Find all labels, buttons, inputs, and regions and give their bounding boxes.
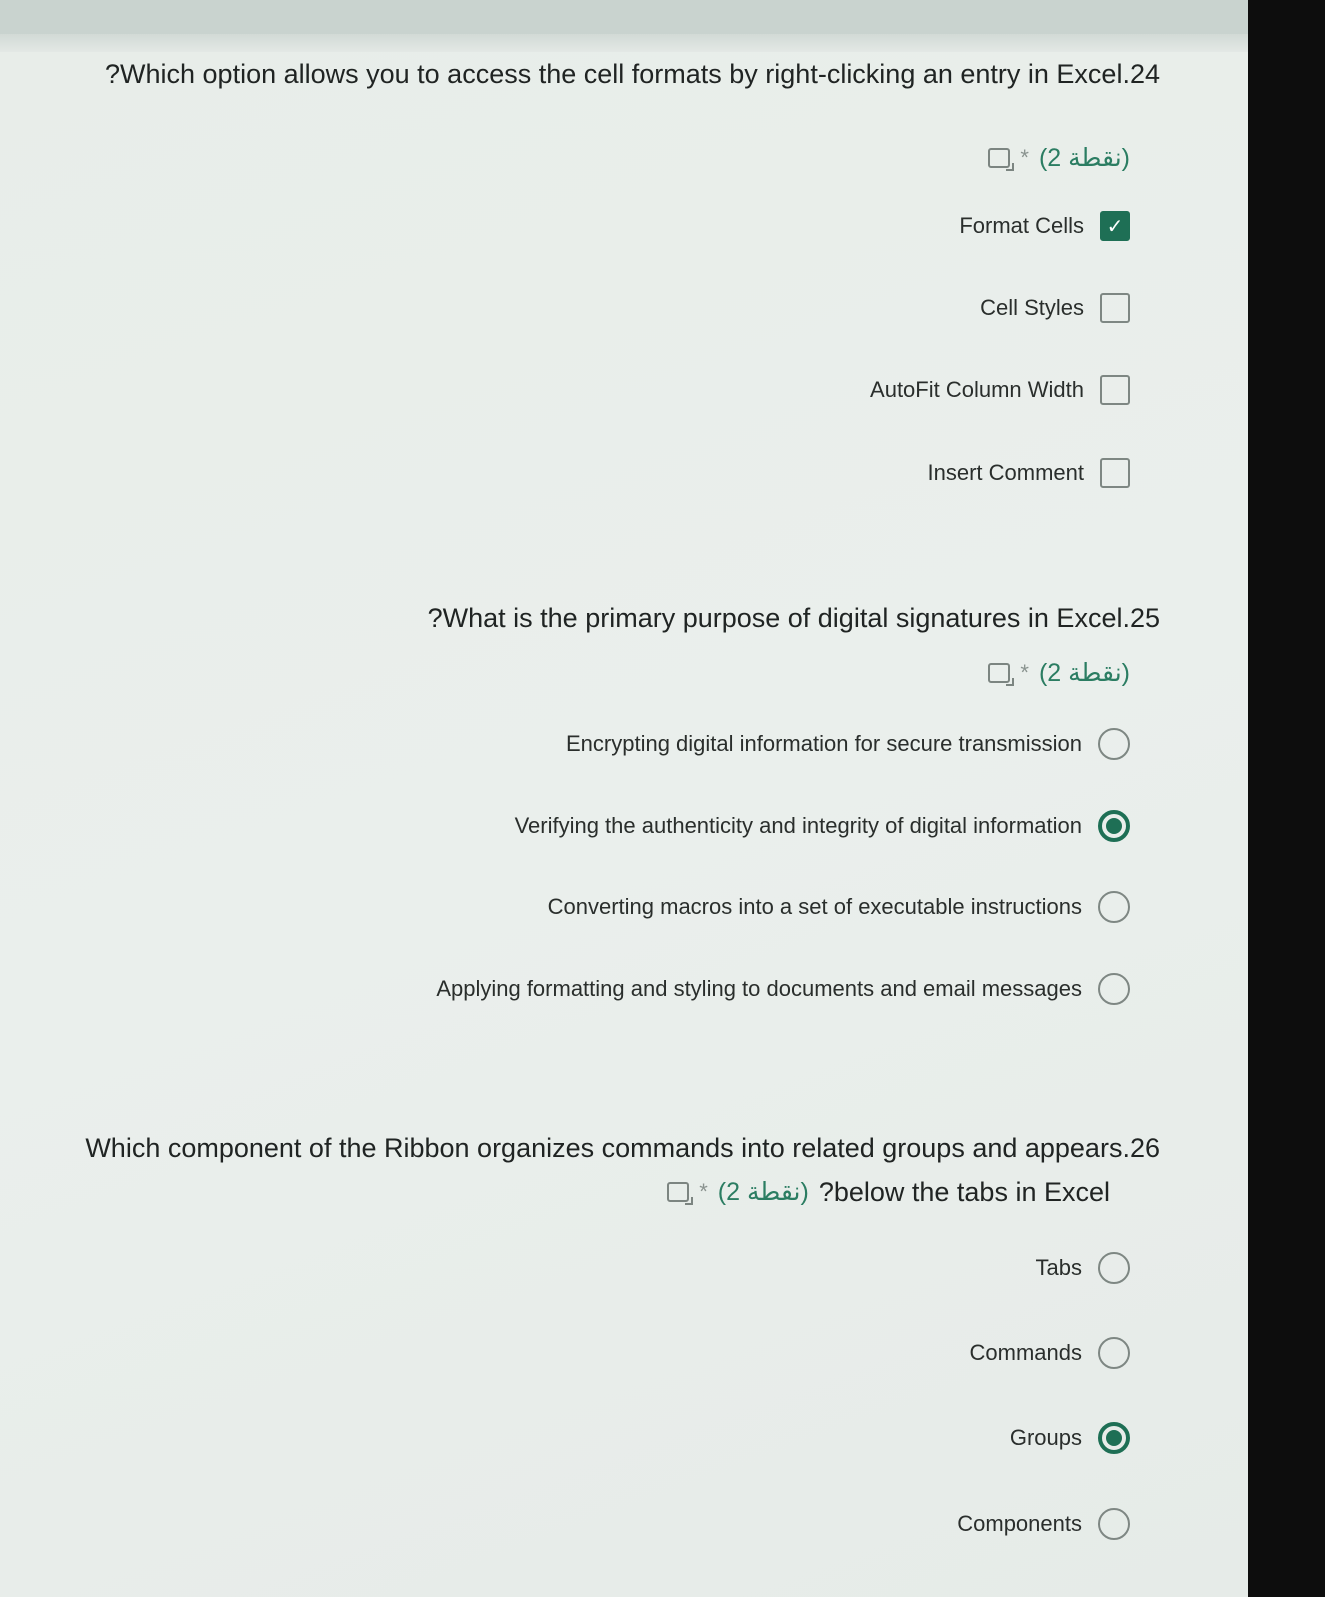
option-label: Components bbox=[957, 1511, 1082, 1536]
option-label: Cell Styles bbox=[980, 295, 1084, 320]
question-24-number: .24 bbox=[1122, 59, 1160, 89]
option-tabs[interactable]: Tabs bbox=[1036, 1250, 1130, 1286]
question-25-meta: * (نقطة 2) bbox=[988, 658, 1130, 688]
read-aloud-icon[interactable] bbox=[988, 663, 1015, 686]
radio-button[interactable] bbox=[1098, 891, 1130, 923]
option-autofit-column-width[interactable]: AutoFit Column Width bbox=[870, 372, 1130, 408]
read-aloud-icon[interactable] bbox=[988, 148, 1015, 171]
question-25-title: ?What is the primary purpose of digital … bbox=[428, 600, 1160, 636]
radio-button[interactable] bbox=[1098, 728, 1130, 760]
option-insert-comment[interactable]: Insert Comment bbox=[927, 455, 1130, 491]
option-converting-macros[interactable]: Converting macros into a set of executab… bbox=[548, 889, 1130, 925]
required-mark: * bbox=[1020, 660, 1029, 685]
question-26-title: Which component of the Ribbon organizes … bbox=[85, 1130, 1160, 1166]
option-label: Commands bbox=[969, 1340, 1082, 1365]
option-verifying[interactable]: Verifying the authenticity and integrity… bbox=[515, 808, 1130, 844]
question-24-title: ?Which option allows you to access the c… bbox=[105, 56, 1160, 92]
required-mark: * bbox=[1020, 145, 1029, 170]
option-label: Converting macros into a set of executab… bbox=[547, 894, 1082, 919]
option-label: Encrypting digital information for secur… bbox=[565, 731, 1082, 756]
option-cell-styles[interactable]: Cell Styles bbox=[980, 290, 1130, 326]
radio-button-selected[interactable] bbox=[1098, 1422, 1130, 1454]
radio-button[interactable] bbox=[1098, 1252, 1130, 1284]
radio-button[interactable] bbox=[1098, 1508, 1130, 1540]
option-commands[interactable]: Commands bbox=[970, 1335, 1130, 1371]
header-shadow bbox=[0, 34, 1248, 52]
screen-bezel bbox=[1248, 0, 1325, 1597]
top-header-bar bbox=[0, 0, 1248, 34]
checkbox[interactable] bbox=[1100, 293, 1130, 323]
read-aloud-icon[interactable] bbox=[667, 1182, 694, 1205]
question-24-text: ?Which option allows you to access the c… bbox=[105, 59, 1123, 89]
points-label: (نقطة 2) bbox=[1038, 659, 1130, 687]
question-25-text: ?What is the primary purpose of digital … bbox=[427, 603, 1123, 633]
radio-button-selected[interactable] bbox=[1098, 810, 1130, 842]
checkbox[interactable] bbox=[1100, 458, 1130, 488]
question-26-meta: * (نقطة 2) ?below the tabs in Excel bbox=[667, 1177, 1110, 1207]
option-format-cells[interactable]: Format Cells ✓ bbox=[959, 208, 1130, 244]
checkmark-icon: ✓ bbox=[1106, 215, 1124, 238]
option-components[interactable]: Components bbox=[957, 1506, 1130, 1542]
question-26-number: .26 bbox=[1122, 1133, 1160, 1163]
option-label: Groups bbox=[1009, 1425, 1082, 1450]
option-encrypting[interactable]: Encrypting digital information for secur… bbox=[566, 726, 1130, 762]
required-mark: * bbox=[699, 1179, 708, 1204]
checkbox-checked[interactable]: ✓ bbox=[1100, 211, 1130, 241]
option-label: Verifying the authenticity and integrity… bbox=[514, 813, 1082, 838]
option-label: Insert Comment bbox=[927, 460, 1085, 485]
question-26-text-line2: ?below the tabs in Excel bbox=[818, 1176, 1110, 1207]
question-26-text: Which component of the Ribbon organizes … bbox=[85, 1133, 1123, 1163]
radio-button[interactable] bbox=[1098, 973, 1130, 1005]
option-label: Format Cells bbox=[959, 213, 1084, 238]
points-label: (نقطة 2) bbox=[1038, 144, 1130, 172]
option-applying-formatting[interactable]: Applying formatting and styling to docum… bbox=[436, 971, 1130, 1007]
question-24-meta: * (نقطة 2) bbox=[988, 143, 1130, 173]
option-label: AutoFit Column Width bbox=[870, 377, 1084, 402]
radio-button[interactable] bbox=[1098, 1337, 1130, 1369]
points-label: (نقطة 2) bbox=[717, 1178, 809, 1206]
question-25-number: .25 bbox=[1122, 603, 1160, 633]
option-groups[interactable]: Groups bbox=[1010, 1420, 1130, 1456]
option-label: Applying formatting and styling to docum… bbox=[436, 976, 1082, 1001]
option-label: Tabs bbox=[1035, 1255, 1082, 1280]
checkbox[interactable] bbox=[1100, 375, 1130, 405]
